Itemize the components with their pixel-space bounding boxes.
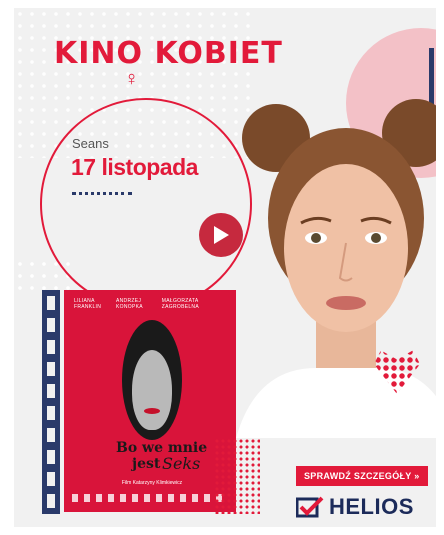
venus-icon: ♀ [124,68,139,90]
dot-pattern-red [214,438,260,514]
poster-credit: ANDRZEJ KONOPKA [116,298,143,310]
seans-divider [72,192,132,195]
helios-logo[interactable]: HELIOS [296,494,414,520]
poster-title: jest [132,456,161,472]
details-button[interactable]: SPRAWDŹ SZCZEGÓŁY » [296,466,428,486]
play-button[interactable] [199,213,243,257]
poster-sponsor-logos [72,494,228,502]
poster-title-script: Seks [162,454,201,473]
poster-lips [144,408,160,414]
movie-poster[interactable]: LILIANA FRANKLIN ANDRZEJ KONOPKA MAŁGORZ… [64,290,236,512]
poster-face [132,350,172,430]
ad-title: KINO KOBIET [54,36,283,71]
seans-label: Seans [72,136,109,151]
seans-circle [40,98,252,310]
film-strip [42,290,60,514]
brand-name: HELIOS [329,494,414,519]
play-icon [214,226,229,244]
helios-check-icon [296,496,324,518]
poster-credit: MAŁGORZATA ZAGROBELNA [161,298,199,310]
seans-date: 17 listopada [71,154,198,180]
poster-subtitle: Film Katarzyny Klimkiewicz [121,480,183,486]
poster-credit: LILIANA FRANKLIN [74,298,102,310]
poster-credits: LILIANA FRANKLIN ANDRZEJ KONOPKA MAŁGORZ… [74,298,226,310]
ad-banner[interactable]: KINO KOBIET ♀ Seans 17 listopada LILIANA… [14,8,436,527]
